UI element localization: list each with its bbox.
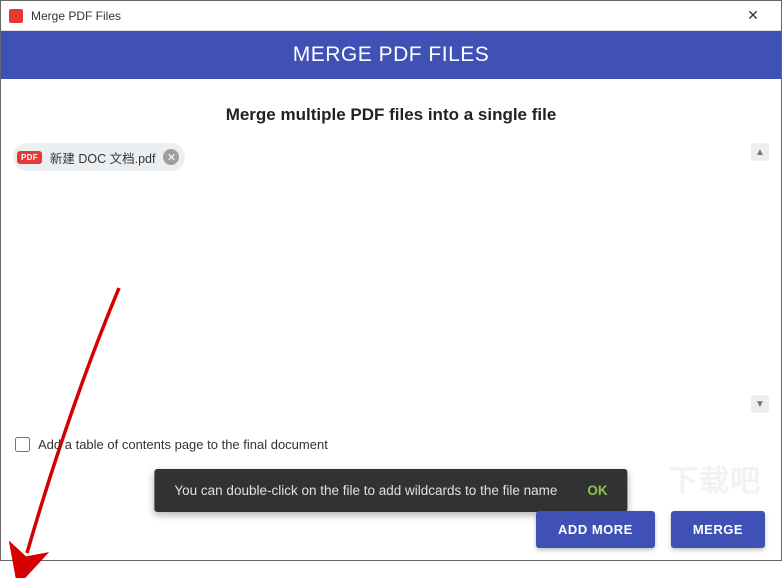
banner: MERGE PDF FILES	[1, 31, 781, 79]
footer-actions: ADD MORE MERGE	[536, 511, 765, 548]
toc-checkbox[interactable]	[15, 437, 30, 452]
add-more-button[interactable]: ADD MORE	[536, 511, 655, 548]
file-list-area: ▲ PDF 新建 DOC 文档.pdf ✕ ▼	[1, 143, 781, 171]
banner-title: MERGE PDF FILES	[293, 43, 490, 67]
window-title: Merge PDF Files	[31, 9, 121, 23]
toast-ok-button[interactable]: OK	[587, 483, 607, 498]
annotation-arrow-icon	[9, 278, 139, 578]
toast-message: You can double-click on the file to add …	[174, 483, 557, 498]
app-icon	[9, 9, 23, 23]
toast: You can double-click on the file to add …	[154, 469, 627, 512]
watermark: 下载吧	[668, 456, 761, 500]
scroll-up-button[interactable]: ▲	[751, 143, 769, 161]
file-chip[interactable]: PDF 新建 DOC 文档.pdf ✕	[13, 143, 185, 171]
scroll-down-button[interactable]: ▼	[751, 395, 769, 413]
file-name: 新建 DOC 文档.pdf	[50, 148, 156, 167]
titlebar: Merge PDF Files ✕	[1, 1, 781, 31]
pdf-badge-icon: PDF	[17, 151, 42, 164]
merge-button[interactable]: MERGE	[671, 511, 765, 548]
toc-label: Add a table of contents page to the fina…	[38, 437, 328, 452]
close-icon[interactable]: ✕	[733, 2, 773, 30]
toc-option-row: Add a table of contents page to the fina…	[15, 437, 328, 452]
remove-file-icon[interactable]: ✕	[163, 149, 179, 165]
subheading: Merge multiple PDF files into a single f…	[1, 105, 781, 125]
